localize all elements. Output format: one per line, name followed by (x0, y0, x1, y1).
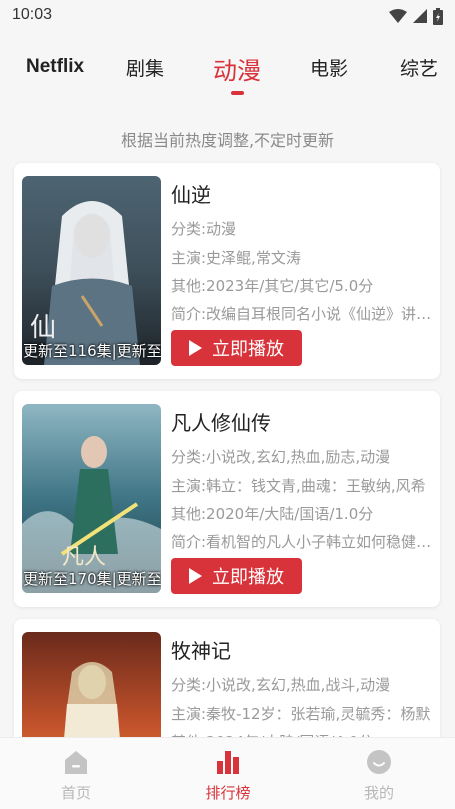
nav-label-profile: 我的 (363, 784, 394, 802)
list-item[interactable]: 凡人 更新至170集|更新至170集 凡人修仙传 分类:小说改,玄幻,热血,励志… (14, 391, 440, 607)
item-cast: 主演:韩立：钱文青,曲魂：王敏纳,风希 (171, 477, 426, 495)
ranking-subtitle: 根据当前热度调整,不定时更新 (120, 131, 335, 150)
svg-text:仙: 仙 (30, 313, 56, 343)
wifi-icon (389, 9, 407, 23)
nav-label-ranking: 排行榜 (205, 784, 251, 802)
tab-anime[interactable]: 动漫 (213, 51, 261, 86)
bottom-nav: 首页 排行榜 我的 (0, 737, 455, 809)
item-title: 牧神记 (171, 639, 231, 663)
battery-icon (433, 7, 443, 25)
play-now-button[interactable]: 立即播放 (171, 330, 302, 366)
item-intro: 简介:改编自耳根同名小说《仙逆》讲述了 (171, 305, 433, 323)
item-title: 凡人修仙传 (171, 411, 271, 435)
cellular-signal-icon (413, 9, 427, 23)
nav-item-ranking[interactable]: 排行榜 (188, 748, 268, 803)
item-category: 分类:小说改,玄幻,热血,战斗,动漫 (171, 676, 391, 694)
home-icon (65, 751, 87, 774)
play-button-label: 立即播放 (212, 339, 284, 360)
poster-image[interactable]: 仙 更新至116集|更新至116集 (22, 176, 161, 365)
poster-art: 仙 (22, 176, 161, 365)
category-tabs: Netflix 剧集 动漫 电影 综艺 (0, 40, 455, 102)
active-tab-indicator (231, 91, 244, 95)
nav-item-profile[interactable]: 我的 (339, 748, 419, 803)
update-status: 更新至116集|更新至116集 (23, 342, 161, 360)
profile-icon (367, 750, 391, 774)
ranking-icon (217, 751, 239, 774)
list-item[interactable]: 仙 更新至116集|更新至116集 仙逆 分类:动漫 主演:史泽鲲,常文涛 其他… (14, 163, 440, 379)
status-time: 10:03 (12, 6, 53, 23)
tab-variety[interactable]: 综艺 (400, 54, 438, 81)
svg-text:凡人: 凡人 (62, 545, 106, 570)
poster-image[interactable]: 凡人 更新至170集|更新至170集 (22, 404, 161, 593)
poster-art: 凡人 (22, 404, 161, 593)
item-other: 其他:2020年/大陆/国语/1.0分 (171, 505, 374, 523)
tab-movie[interactable]: 电影 (310, 54, 348, 81)
play-now-button[interactable]: 立即播放 (171, 558, 302, 594)
item-title: 仙逆 (171, 183, 211, 207)
item-category: 分类:动漫 (171, 220, 237, 238)
nav-label-home: 首页 (60, 784, 91, 802)
status-bar: 10:03 (0, 0, 455, 32)
status-icons (389, 7, 443, 25)
update-status: 更新至170集|更新至170集 (23, 570, 161, 588)
play-icon (189, 340, 202, 356)
item-cast: 主演:秦牧-12岁：张若瑜,灵毓秀：杨默 (171, 705, 431, 723)
item-other: 其他:2023年/其它/其它/5.0分 (171, 277, 374, 295)
tab-series[interactable]: 剧集 (126, 54, 164, 81)
item-intro: 简介:看机智的凡人小子韩立如何稳健发展 (171, 533, 433, 551)
play-button-label: 立即播放 (212, 567, 284, 588)
item-cast: 主演:史泽鲲,常文涛 (171, 249, 301, 267)
tab-netflix[interactable]: Netflix (26, 56, 84, 78)
nav-item-home[interactable]: 首页 (36, 748, 116, 803)
item-category: 分类:小说改,玄幻,热血,励志,动漫 (171, 448, 391, 466)
play-icon (189, 568, 202, 584)
